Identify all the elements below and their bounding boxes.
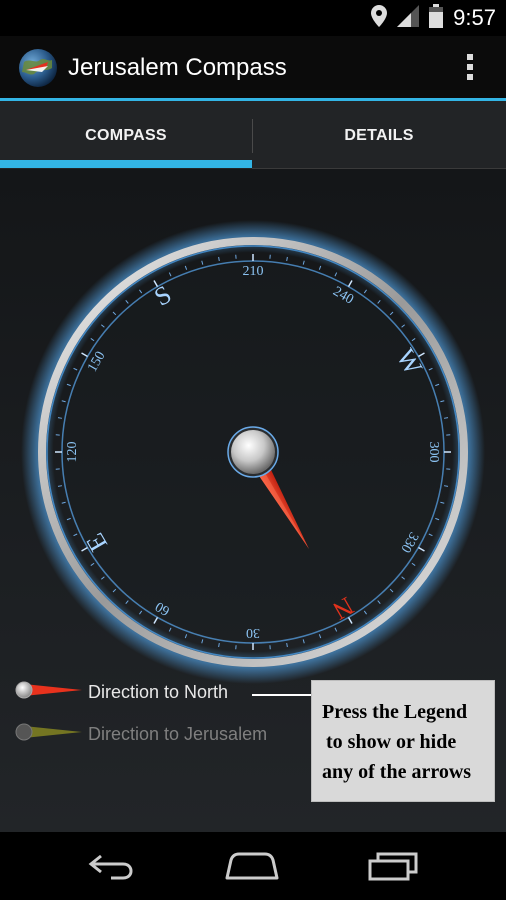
dial-tick bbox=[286, 642, 288, 648]
dial-degree-label: 30 bbox=[246, 625, 260, 640]
dial-tick bbox=[218, 256, 220, 262]
dial-tick bbox=[443, 417, 449, 419]
recents-icon[interactable] bbox=[348, 832, 438, 900]
compass-hub bbox=[231, 430, 275, 474]
dial-degree-label: 210 bbox=[243, 264, 264, 279]
dial-tick bbox=[57, 417, 63, 419]
home-icon[interactable] bbox=[207, 832, 297, 900]
legend-jerusalem[interactable]: Direction to Jerusalem bbox=[14, 719, 267, 749]
callout-line-3: any of the arrows bbox=[322, 761, 472, 783]
legend-jerusalem-label: Direction to Jerusalem bbox=[88, 723, 268, 744]
callout-line-2: to show or hide bbox=[326, 731, 457, 753]
dial-tick bbox=[286, 256, 288, 262]
dial-degree-label: 120 bbox=[65, 442, 80, 463]
legend-hint-callout: Press the Legend to show or hide any of … bbox=[311, 680, 495, 802]
tab-compass[interactable]: COMPASS bbox=[0, 101, 252, 169]
location-icon bbox=[371, 4, 388, 32]
back-icon[interactable] bbox=[66, 832, 156, 900]
battery-icon bbox=[429, 3, 444, 33]
dial-tick bbox=[57, 485, 63, 487]
north-arrow-legend-icon bbox=[14, 680, 82, 705]
tab-bar: COMPASS DETAILS bbox=[0, 101, 506, 169]
app-title: Jerusalem Compass bbox=[68, 54, 287, 81]
status-time: 9:57 bbox=[453, 5, 496, 30]
legend-north[interactable]: Direction to North bbox=[14, 677, 228, 707]
compass-panel: 210 240 300 330 30 60 120 150 S W N E Direction to … bbox=[0, 169, 506, 832]
legend-north-label: Direction to North bbox=[88, 681, 229, 702]
signal-icon bbox=[397, 4, 420, 32]
tab-selected-indicator bbox=[0, 160, 252, 168]
navigation-bar bbox=[0, 832, 506, 900]
globe-icon[interactable] bbox=[18, 48, 58, 88]
status-bar: 9:57 bbox=[0, 0, 506, 36]
dial-tick bbox=[218, 642, 220, 648]
dial-degree-label: 300 bbox=[426, 442, 441, 463]
callout-pointer-line bbox=[252, 694, 312, 696]
overflow-menu-icon[interactable] bbox=[462, 52, 478, 84]
dial-tick bbox=[443, 485, 449, 487]
jerusalem-arrow-legend-icon bbox=[14, 722, 82, 747]
tab-details[interactable]: DETAILS bbox=[253, 101, 505, 169]
callout-line-1: Press the Legend bbox=[322, 701, 468, 723]
action-bar: Jerusalem Compass bbox=[0, 36, 506, 100]
